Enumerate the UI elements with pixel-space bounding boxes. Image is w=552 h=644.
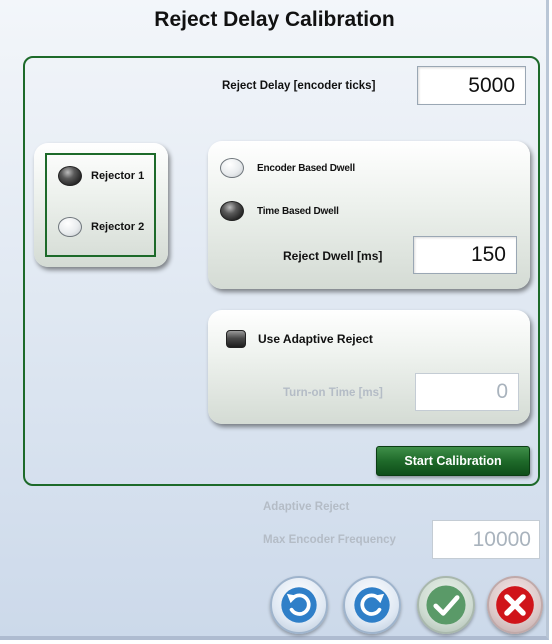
- calibration-dialog: Reject Delay Calibration Reject Delay [e…: [0, 0, 549, 640]
- check-icon: [426, 585, 466, 625]
- turn-on-time-input: 0: [415, 373, 519, 411]
- rejector-2-radio[interactable]: [58, 217, 82, 237]
- start-calibration-button[interactable]: Start Calibration: [376, 446, 530, 476]
- reject-delay-input[interactable]: 5000: [417, 66, 526, 105]
- encoder-dwell-label: Encoder Based Dwell: [257, 163, 355, 174]
- redo-button[interactable]: [343, 576, 401, 634]
- redo-icon: [354, 587, 390, 623]
- close-icon: [496, 586, 534, 624]
- reject-delay-label: Reject Delay [encoder ticks]: [222, 80, 376, 92]
- use-adaptive-label: Use Adaptive Reject: [258, 332, 373, 346]
- dialog-title: Reject Delay Calibration: [154, 8, 395, 31]
- adaptive-reject-heading: Adaptive Reject: [263, 501, 350, 513]
- encoder-dwell-radio[interactable]: [220, 158, 244, 178]
- rejector-2-label: Rejector 2: [91, 221, 145, 233]
- undo-button[interactable]: [270, 576, 328, 634]
- rejector-1-radio[interactable]: [58, 166, 82, 186]
- use-adaptive-checkbox[interactable]: [226, 330, 246, 348]
- time-dwell-radio[interactable]: [220, 201, 244, 221]
- time-dwell-label: Time Based Dwell: [257, 206, 339, 217]
- cancel-button[interactable]: [487, 576, 543, 634]
- turn-on-time-label: Turn-on Time [ms]: [283, 387, 383, 399]
- undo-icon: [281, 587, 317, 623]
- confirm-button[interactable]: [417, 576, 475, 634]
- rejector-1-label: Rejector 1: [91, 170, 145, 182]
- reject-dwell-input[interactable]: 150: [413, 236, 517, 274]
- max-encoder-frequency-input: 10000: [432, 520, 540, 559]
- max-encoder-frequency-label: Max Encoder Frequency: [263, 534, 396, 546]
- reject-dwell-label: Reject Dwell [ms]: [283, 249, 383, 263]
